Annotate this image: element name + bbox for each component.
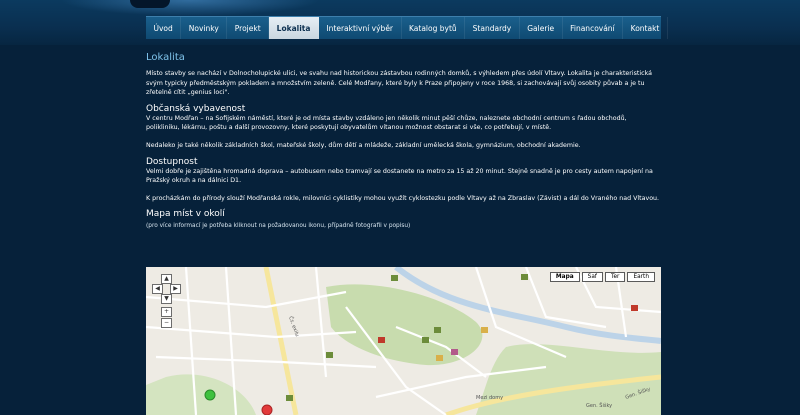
header-glow [60,0,320,16]
nav-item-projekt[interactable]: Projekt [227,17,270,39]
poi-marker [422,337,429,343]
zoom-in-button[interactable]: + [161,307,172,317]
nav-item-katalog-bytu[interactable]: Katalog bytů [402,17,466,39]
nav-item-financovani[interactable]: Financování [563,17,624,39]
pan-right-button[interactable]: ▶ [170,284,181,294]
map-type-ter[interactable]: Ter [604,272,626,282]
map-note: (pro více informací je potřeba kliknout … [146,223,411,230]
poi-marker [631,305,638,311]
zoom-out-button[interactable]: − [161,318,172,328]
location-marker [204,389,216,401]
nav-item-standardy[interactable]: Standardy [465,17,520,39]
nav-item-lokalita[interactable]: Lokalita [269,17,319,39]
section-title-dostupnost: Dostupnost [146,156,198,167]
poi-marker [434,327,441,333]
poi-marker [481,327,488,333]
map-type-switcher: Mapa Saf Ter Earth [549,272,655,282]
map-widget[interactable]: Čs. exilu Gen. Šišky Gen. Šišky Mezi dom… [146,267,661,415]
section-title-obcanska-vybavenost: Občanská vybavenost [146,103,246,114]
street-label: Čs. exilu [287,315,301,337]
main-content: Lokalita Místo stavby se nachází v Dolno… [146,52,661,232]
intro-paragraph: Místo stavby se nachází v Dolnocholupick… [146,70,652,97]
map-type-mapa[interactable]: Mapa [549,272,580,282]
pan-up-button[interactable]: ▲ [161,274,172,284]
map-type-saf[interactable]: Saf [581,272,603,282]
logo [130,0,170,8]
map-type-earth[interactable]: Earth [627,272,655,282]
section1-paragraph-2: Nedaleko je také několik základních škol… [146,141,581,149]
park-area-3 [146,374,256,415]
nav-item-kontakt[interactable]: Kontakt [623,17,668,39]
nav-item-uvod[interactable]: Úvod [146,17,182,39]
poi-marker [451,349,458,355]
poi-marker [521,274,528,280]
main-navigation: Úvod Novinky Projekt Lokalita Interaktiv… [146,16,668,39]
section2-paragraph-1: Velmi dobře je zajištěna hromadná doprav… [146,167,653,185]
location-marker [261,404,273,415]
section1-paragraph-1: V centru Modřan – na Sofijském náměstí, … [146,114,627,132]
park-area [326,284,483,366]
street-label: Gen. Šišky [586,402,612,409]
poi-marker [326,352,333,358]
poi-marker [436,355,443,361]
page-title: Lokalita [146,52,185,63]
pan-down-button[interactable]: ▼ [161,294,172,304]
section2-paragraph-2: K procházkám do přírody slouží Modřanská… [146,194,660,202]
section-title-mapa: Mapa míst v okolí [146,209,225,220]
poi-marker [286,395,293,401]
street-label: Mezi domy [476,395,503,401]
nav-item-novinky[interactable]: Novinky [181,17,228,39]
map-canvas[interactable]: Čs. exilu Gen. Šišky Gen. Šišky Mezi dom… [146,267,661,415]
major-road [263,267,299,415]
nav-item-interaktivni-vyber[interactable]: Interaktivní výběr [319,17,402,39]
pan-left-button[interactable]: ◀ [152,284,163,294]
poi-marker [378,337,385,343]
nav-item-galerie[interactable]: Galerie [520,17,563,39]
poi-marker [391,275,398,281]
